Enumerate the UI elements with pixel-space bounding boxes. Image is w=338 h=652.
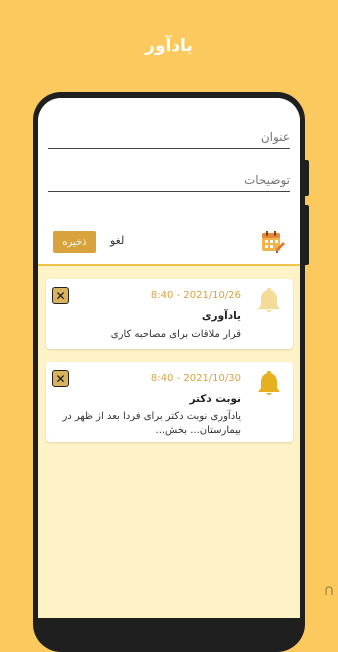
reminder-body: یادآوری نوبت دکتر برای فردا بعد از ظهر د…: [62, 411, 241, 436]
reminder-time: 8:40: [150, 373, 174, 384]
cancel-button[interactable]: لغو: [110, 234, 124, 247]
reminder-body: قرار ملاقات برای مصاحبه کاری: [110, 329, 241, 340]
datetime-separator: -: [176, 373, 181, 384]
page-title: یادآور: [145, 36, 193, 56]
reminder-datetime: 8:40 - 2021/10/30: [151, 373, 241, 384]
phone-side-button: [305, 205, 309, 265]
datetime-separator: -: [176, 290, 181, 301]
reminder-time: 8:40: [150, 290, 174, 301]
reminder-title: یادآوری: [201, 310, 241, 322]
phone-side-button: [305, 160, 309, 196]
reminder-date: 2021/10/26: [183, 290, 241, 301]
title-placeholder: عنوان: [260, 130, 290, 144]
divider: [38, 264, 300, 266]
bell-icon: [258, 288, 280, 312]
app-screen: عنوان توضیحات ذخیره لغو ✕ 8:40 - 2021/10…: [38, 98, 300, 618]
description-placeholder: توضیحات: [243, 173, 290, 187]
title-field[interactable]: عنوان: [48, 130, 290, 149]
save-button[interactable]: ذخیره: [53, 231, 96, 253]
close-icon[interactable]: ✕: [52, 370, 69, 387]
reminder-form: عنوان توضیحات ذخیره لغو: [38, 98, 300, 264]
reminder-card[interactable]: ✕ 8:40 - 2021/10/30 نوبت دکتر یادآوری نو…: [46, 362, 293, 442]
bell-icon: [258, 371, 280, 395]
reminder-datetime: 8:40 - 2021/10/26: [151, 290, 241, 301]
close-icon[interactable]: ✕: [52, 287, 69, 304]
reminder-card[interactable]: ✕ 8:40 - 2021/10/26 یادآوری قرار ملاقات …: [46, 279, 293, 349]
watermark-icon: [325, 586, 333, 595]
calendar-edit-icon[interactable]: [260, 229, 286, 255]
reminder-date: 2021/10/30: [183, 373, 241, 384]
description-field[interactable]: توضیحات: [48, 173, 290, 192]
reminder-title: نوبت دکتر: [189, 393, 241, 405]
